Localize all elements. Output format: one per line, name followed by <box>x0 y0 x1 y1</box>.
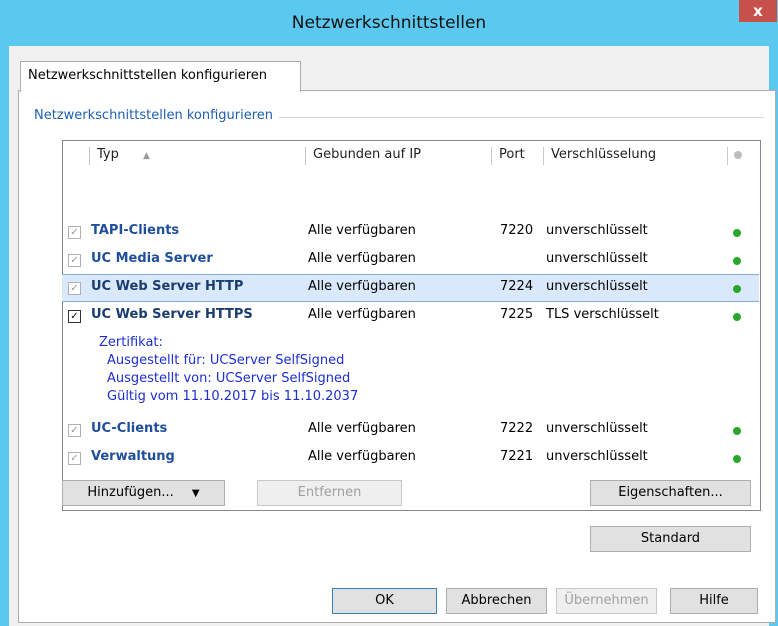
tab-label: Netzwerkschnittstellen konfigurieren <box>28 68 268 83</box>
add-dropdown-button[interactable]: Hinzufügen... ▼ <box>62 480 225 506</box>
tab-netzwerkschnittstellen[interactable]: Netzwerkschnittstellen konfigurieren <box>20 61 301 92</box>
chevron-down-icon: ▼ <box>191 488 200 499</box>
header-separator <box>89 147 90 165</box>
group-title: Netzwerkschnittstellen konfigurieren <box>34 108 280 123</box>
cancel-button[interactable]: Abbrechen <box>446 588 547 614</box>
dialog-window: Netzwerkschnittstellen x Netzwerkschnitt… <box>0 0 778 626</box>
remove-button[interactable]: Entfernen <box>257 480 402 506</box>
header-separator[interactable] <box>491 147 492 165</box>
column-header-ip[interactable]: Gebunden auf IP <box>313 141 421 169</box>
column-header-typ-label: Typ <box>97 147 119 162</box>
status-header-icon <box>734 151 742 159</box>
header-separator[interactable] <box>727 147 728 165</box>
add-button-label: Hinzufügen... <box>87 485 174 500</box>
column-header-typ[interactable]: Typ ▲ <box>97 141 150 169</box>
column-header-encryption[interactable]: Verschlüsselung <box>551 141 656 169</box>
apply-button[interactable]: Übernehmen <box>556 588 657 614</box>
table-row[interactable] <box>63 218 760 246</box>
dialog-client-area: Netzwerkschnittstellen konfigurieren Net… <box>9 46 776 626</box>
header-separator[interactable] <box>305 147 306 165</box>
header-separator[interactable] <box>543 147 544 165</box>
interfaces-list[interactable]: Typ ▲ Gebunden auf IP Port Verschlüsselu… <box>62 140 761 511</box>
help-button[interactable]: Hilfe <box>670 588 758 614</box>
default-button[interactable]: Standard <box>590 526 751 552</box>
properties-button[interactable]: Eigenschaften... <box>590 480 751 506</box>
title-bar[interactable]: Netzwerkschnittstellen x <box>0 0 778 46</box>
column-header-port[interactable]: Port <box>499 141 525 169</box>
ok-button[interactable]: OK <box>332 588 437 614</box>
close-button[interactable]: x <box>739 0 777 22</box>
window-title: Netzwerkschnittstellen <box>291 13 487 33</box>
sort-ascending-icon: ▲ <box>143 151 150 161</box>
